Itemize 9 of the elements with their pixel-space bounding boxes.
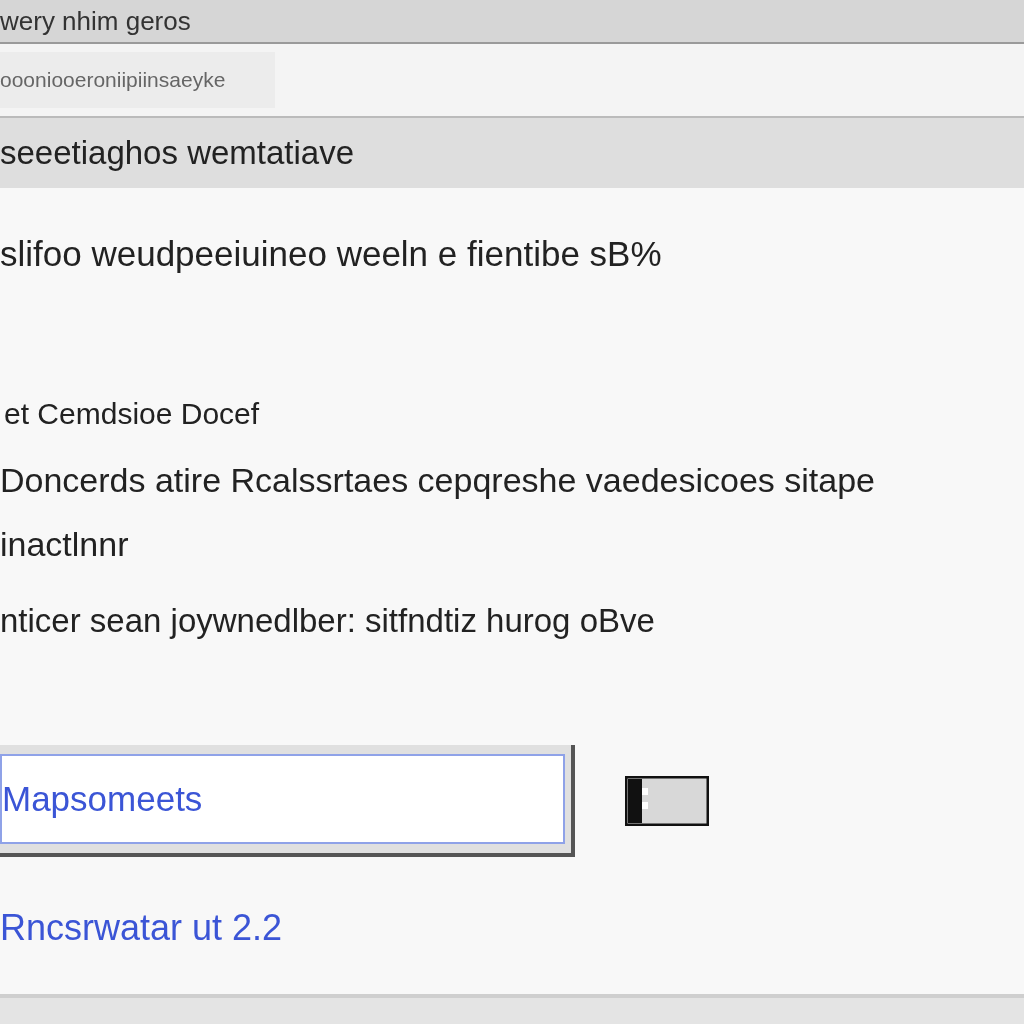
text-field[interactable]: Mapsomeets [0,745,575,857]
note-text: nticer sean joywnedlber: sitfndtiz hurog oBve [0,600,656,641]
header-title: seeetiaghos wemtatiave [0,133,355,174]
window-title: wery nhim geros [0,6,191,36]
address-field[interactable]: oooniooeroniipiinsaeyke [0,52,275,108]
section-title: et Cemdsioe Docef [4,395,261,432]
intro-text: slifoo weudpeeiuineo weeln e fientibe sB% [0,233,663,275]
version-link[interactable]: Rncsrwatar ut 2.2 [0,901,283,955]
toggle-icon[interactable] [625,776,709,826]
